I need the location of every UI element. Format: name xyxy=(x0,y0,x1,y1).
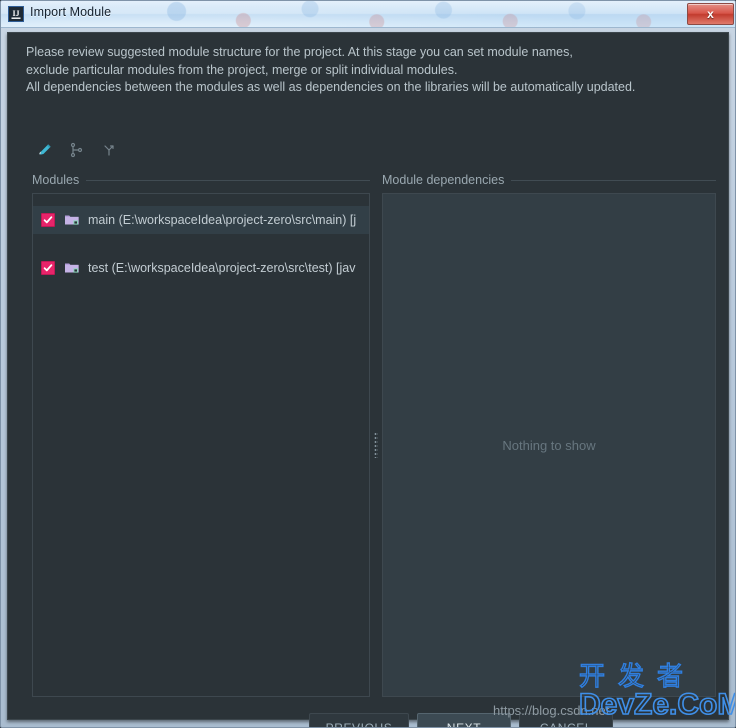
split-icon xyxy=(101,142,117,161)
modules-list[interactable]: main (E:\workspaceIdea\project-zero\src\… xyxy=(32,193,370,697)
title-bar[interactable]: IJ Import Module x xyxy=(1,1,735,28)
cancel-button[interactable]: CANCEL xyxy=(519,713,613,728)
module-checkbox[interactable] xyxy=(41,261,55,275)
panel-splitter[interactable] xyxy=(371,193,381,697)
description-line-1: Please review suggested module structure… xyxy=(26,45,573,59)
previous-button[interactable]: P REVIOUS xyxy=(309,713,409,728)
module-label: main (E:\workspaceIdea\project-zero\src\… xyxy=(88,213,357,227)
next-button-label: NEXT xyxy=(446,721,482,728)
dialog-content: Please review suggested module structure… xyxy=(7,32,729,727)
dependencies-section-header: Module dependencies xyxy=(382,173,716,187)
module-checkbox[interactable] xyxy=(41,213,55,227)
window-title: Import Module xyxy=(30,5,112,19)
svg-text:IJ: IJ xyxy=(12,9,19,18)
modules-section-header: Modules xyxy=(32,173,370,187)
table-row[interactable]: main (E:\workspaceIdea\project-zero\src\… xyxy=(33,206,369,234)
dialog-description: Please review suggested module structure… xyxy=(26,44,716,97)
close-button-label: x xyxy=(707,7,714,21)
close-icon[interactable]: x xyxy=(687,3,734,25)
edit-module-button[interactable] xyxy=(33,139,57,163)
module-label: test (E:\workspaceIdea\project-zero\src\… xyxy=(88,261,356,275)
grip-dots-icon xyxy=(374,432,378,458)
intellij-idea-icon: IJ xyxy=(8,6,24,22)
import-module-window: IJ Import Module x Please review suggest… xyxy=(0,0,736,728)
merge-modules-button[interactable] xyxy=(65,139,89,163)
module-folder-icon xyxy=(64,213,80,227)
description-line-3: All dependencies between the modules as … xyxy=(26,80,636,94)
modules-header-rule xyxy=(86,179,370,181)
modules-toolbar xyxy=(33,139,121,163)
pencil-icon xyxy=(37,142,53,161)
previous-button-label: REVIOUS xyxy=(334,721,393,728)
modules-section-title: Modules xyxy=(32,173,80,187)
module-dependencies-panel[interactable]: Nothing to show xyxy=(382,193,716,697)
description-line-2: exclude particular modules from the proj… xyxy=(26,62,458,77)
cancel-button-label: CANCEL xyxy=(539,721,593,728)
dependencies-header-rule xyxy=(511,179,716,181)
table-row[interactable]: test (E:\workspaceIdea\project-zero\src\… xyxy=(33,254,369,282)
dependencies-section-title: Module dependencies xyxy=(382,173,505,187)
next-button[interactable]: NEXT xyxy=(417,713,511,728)
merge-icon xyxy=(69,142,85,161)
split-module-button[interactable] xyxy=(97,139,121,163)
previous-button-mnemonic: P xyxy=(325,721,335,728)
empty-state-message: Nothing to show xyxy=(502,437,596,453)
module-folder-icon xyxy=(64,261,80,275)
